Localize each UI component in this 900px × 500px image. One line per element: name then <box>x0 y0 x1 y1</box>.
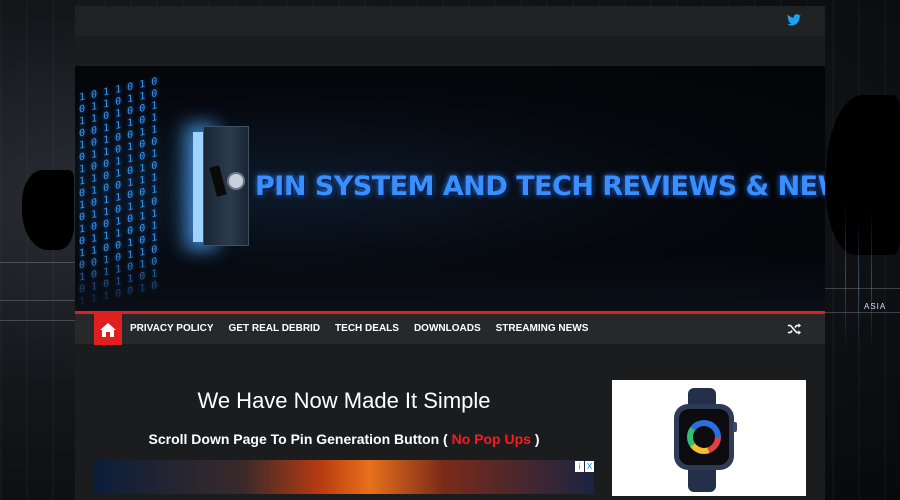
page-subheadline: Scroll Down Page To Pin Generation Butto… <box>148 431 540 447</box>
sidebar-ad[interactable] <box>612 380 806 496</box>
site-title: PIN SYSTEM AND TECH REVIEWS & NEWS <box>255 171 825 202</box>
ad-info-icon[interactable]: i <box>575 461 584 472</box>
nav-item-privacy-policy[interactable]: PRIVACY POLICY <box>122 314 221 344</box>
page-headline: We Have Now Made It Simple <box>197 388 491 413</box>
shuffle-icon[interactable] <box>787 322 801 336</box>
home-button[interactable] <box>94 314 122 345</box>
map-silhouette-right <box>826 95 900 255</box>
twitter-icon[interactable] <box>787 14 801 26</box>
nav-item-downloads[interactable]: DOWNLOADS <box>406 314 488 344</box>
ad-choices[interactable]: i X <box>575 461 594 472</box>
vault-dial-graphic <box>227 172 245 190</box>
nav-item-get-real-debrid[interactable]: GET REAL DEBRID <box>221 314 328 344</box>
nav-item-tech-deals[interactable]: TECH DEALS <box>327 314 406 344</box>
header-spacer <box>75 36 825 66</box>
home-icon <box>100 322 116 337</box>
no-popups-highlight: No Pop Ups <box>451 431 531 447</box>
promo-banner-ad[interactable] <box>94 460 594 494</box>
nav-item-streaming-news[interactable]: STREAMING NEWS <box>488 314 596 344</box>
header-banner[interactable]: 1 0 1 1 0 1 0 0 1 1 0 1 1 0 1 1 0 1 0 0 … <box>75 66 825 311</box>
ad-close-icon[interactable]: X <box>585 461 594 472</box>
top-bar <box>75 6 825 36</box>
main-navigation: PRIVACY POLICY GET REAL DEBRID TECH DEAL… <box>75 314 825 345</box>
map-silhouette-left <box>22 170 74 250</box>
map-label: ASIA <box>864 302 887 311</box>
